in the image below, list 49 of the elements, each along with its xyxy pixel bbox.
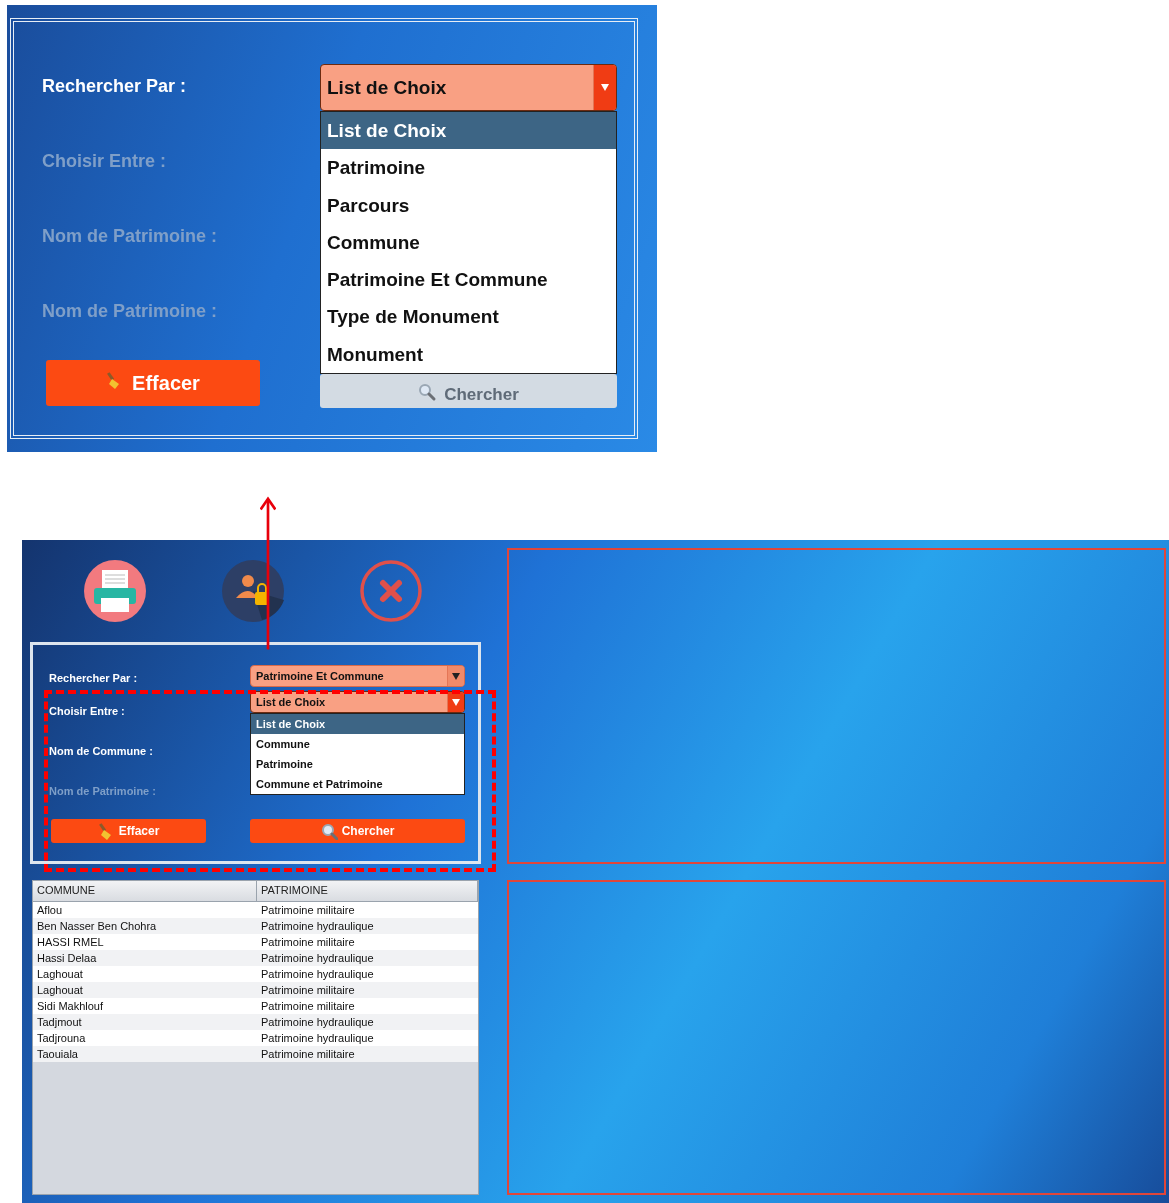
dropdown-option[interactable]: Patrimoine Et Commune xyxy=(321,261,616,299)
table-cell-text: Patrimoine hydraulique xyxy=(260,919,375,934)
dropdown-option[interactable]: List de Choix xyxy=(321,112,616,150)
field-label: Nom de Patrimoine : xyxy=(49,784,157,799)
field-label: Nom de Commune : xyxy=(49,744,154,759)
table-cell-text: Patrimoine hydraulique xyxy=(260,951,375,966)
table-cell-text: Hassi Delaa xyxy=(36,951,98,966)
dropdown-option[interactable]: Commune xyxy=(251,734,464,754)
dropdown-option[interactable]: Patrimoine xyxy=(321,149,616,187)
search-icon[interactable] xyxy=(320,822,338,840)
field-label: Choisir Entre : xyxy=(42,150,167,173)
table-cell-text: Tadjrouna xyxy=(36,1031,87,1046)
dropdown[interactable]: Patrimoine Et Commune xyxy=(250,665,465,687)
printer-icon[interactable] xyxy=(84,560,146,622)
table-cell-text: Patrimoine hydraulique xyxy=(260,1031,375,1046)
field-label: Nom de Patrimoine : xyxy=(42,225,219,248)
user-lock-icon[interactable] xyxy=(222,560,284,622)
dropdown[interactable]: List de Choix xyxy=(320,64,617,111)
column-header[interactable]: PATRIMOINE xyxy=(257,881,478,901)
table-cell-text: HASSI RMEL xyxy=(36,935,105,950)
table-cell-text: Patrimoine hydraulique xyxy=(260,1015,375,1030)
table-cell-text: Taouiala xyxy=(36,1047,79,1062)
column-header[interactable]: COMMUNE xyxy=(33,881,257,901)
table-cell-text: Patrimoine militaire xyxy=(260,903,356,918)
table-cell-text: Tadjmout xyxy=(36,1015,83,1030)
dropdown-option[interactable]: Parcours xyxy=(321,186,616,224)
field-label: Rechercher Par : xyxy=(42,75,188,98)
dropdown-option[interactable]: List de Choix xyxy=(251,714,464,734)
table-cell-text: Sidi Makhlouf xyxy=(36,999,105,1014)
dropdown-option[interactable]: Commune xyxy=(321,223,616,262)
table-cell-text: Patrimoine militaire xyxy=(260,1047,356,1062)
table-cell-text: Aflou xyxy=(36,903,64,918)
caret-icon[interactable] xyxy=(601,84,609,91)
caret-icon[interactable] xyxy=(452,672,460,680)
caret-icon[interactable] xyxy=(452,698,460,706)
table-cell-text: Patrimoine militaire xyxy=(260,999,356,1014)
field-label: Rechercher Par : xyxy=(49,671,139,686)
table-cell-text: Ben Nasser Ben Chohra xyxy=(36,919,158,934)
table-cell-text: Patrimoine militaire xyxy=(260,983,356,998)
dropdown-option[interactable]: Patrimoine xyxy=(251,754,464,774)
table-cell-text: Laghouat xyxy=(36,967,84,982)
field-label: Choisir Entre : xyxy=(49,704,126,719)
field-label: Nom de Patrimoine : xyxy=(42,300,219,323)
table-cell-text: Patrimoine hydraulique xyxy=(260,967,375,982)
dropdown-option[interactable]: Type de Monument xyxy=(321,298,616,336)
dropdown-option[interactable]: Commune et Patrimoine xyxy=(251,774,464,794)
table-cell-text: Laghouat xyxy=(36,983,84,998)
table-cell-text: Patrimoine militaire xyxy=(260,935,356,950)
dropdown-option[interactable]: Monument xyxy=(321,335,616,374)
